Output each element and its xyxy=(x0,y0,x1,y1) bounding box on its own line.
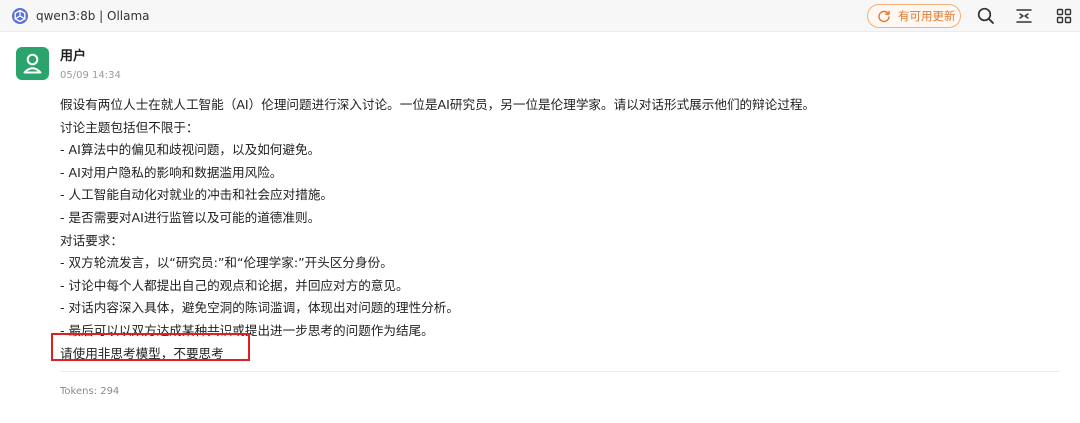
message-line: - AI对用户隐私的影响和数据滥用风险。 xyxy=(60,164,283,180)
message-line: - 是否需要对AI进行监管以及可能的道德准则。 xyxy=(60,209,321,225)
message-line: - 讨论中每个人都提出自己的观点和论据，并回应对方的意见。 xyxy=(60,277,409,293)
user-icon xyxy=(23,53,42,74)
update-available-button[interactable]: 有可用更新 xyxy=(867,4,961,28)
message-author: 用户 xyxy=(60,49,87,64)
message-line: 对话要求： xyxy=(60,232,123,248)
message-line: - 对话内容深入具体，避免空洞的陈词滥调，体现出对问题的理性分析。 xyxy=(60,300,459,316)
refresh-icon xyxy=(878,10,890,23)
update-available-label: 有可用更新 xyxy=(898,9,956,23)
app-logo-icon xyxy=(12,8,28,24)
divider xyxy=(60,371,1060,372)
message-line: - 双方轮流发言，以“研究员:”和“伦理学家:”开头区分身份。 xyxy=(60,255,393,271)
window-title: qwen3:8b | Ollama xyxy=(36,9,150,23)
expand-icon[interactable] xyxy=(1014,6,1034,26)
message-line: - 人工智能自动化对就业的冲击和社会应对措施。 xyxy=(60,187,334,203)
search-icon[interactable] xyxy=(976,6,996,26)
grid-icon[interactable] xyxy=(1054,6,1074,26)
message-body: 假设有两位人士在就人工智能（AI）伦理问题进行深入讨论。一位是AI研究员，另一位… xyxy=(60,94,1060,365)
highlight-box xyxy=(51,333,250,361)
message-line: - AI算法中的偏见和歧视问题，以及如何避免。 xyxy=(60,142,321,158)
message-line: 讨论主题包括但不限于： xyxy=(60,119,199,135)
message-timestamp: 05/09 14:34 xyxy=(60,70,121,81)
token-count: Tokens: 294 xyxy=(60,386,120,397)
message-line: 假设有两位人士在就人工智能（AI）伦理问题进行深入讨论。一位是AI研究员，另一位… xyxy=(60,97,816,112)
title-bar: qwen3:8b | Ollama 有可用更新 xyxy=(0,0,1080,32)
avatar xyxy=(16,47,49,80)
